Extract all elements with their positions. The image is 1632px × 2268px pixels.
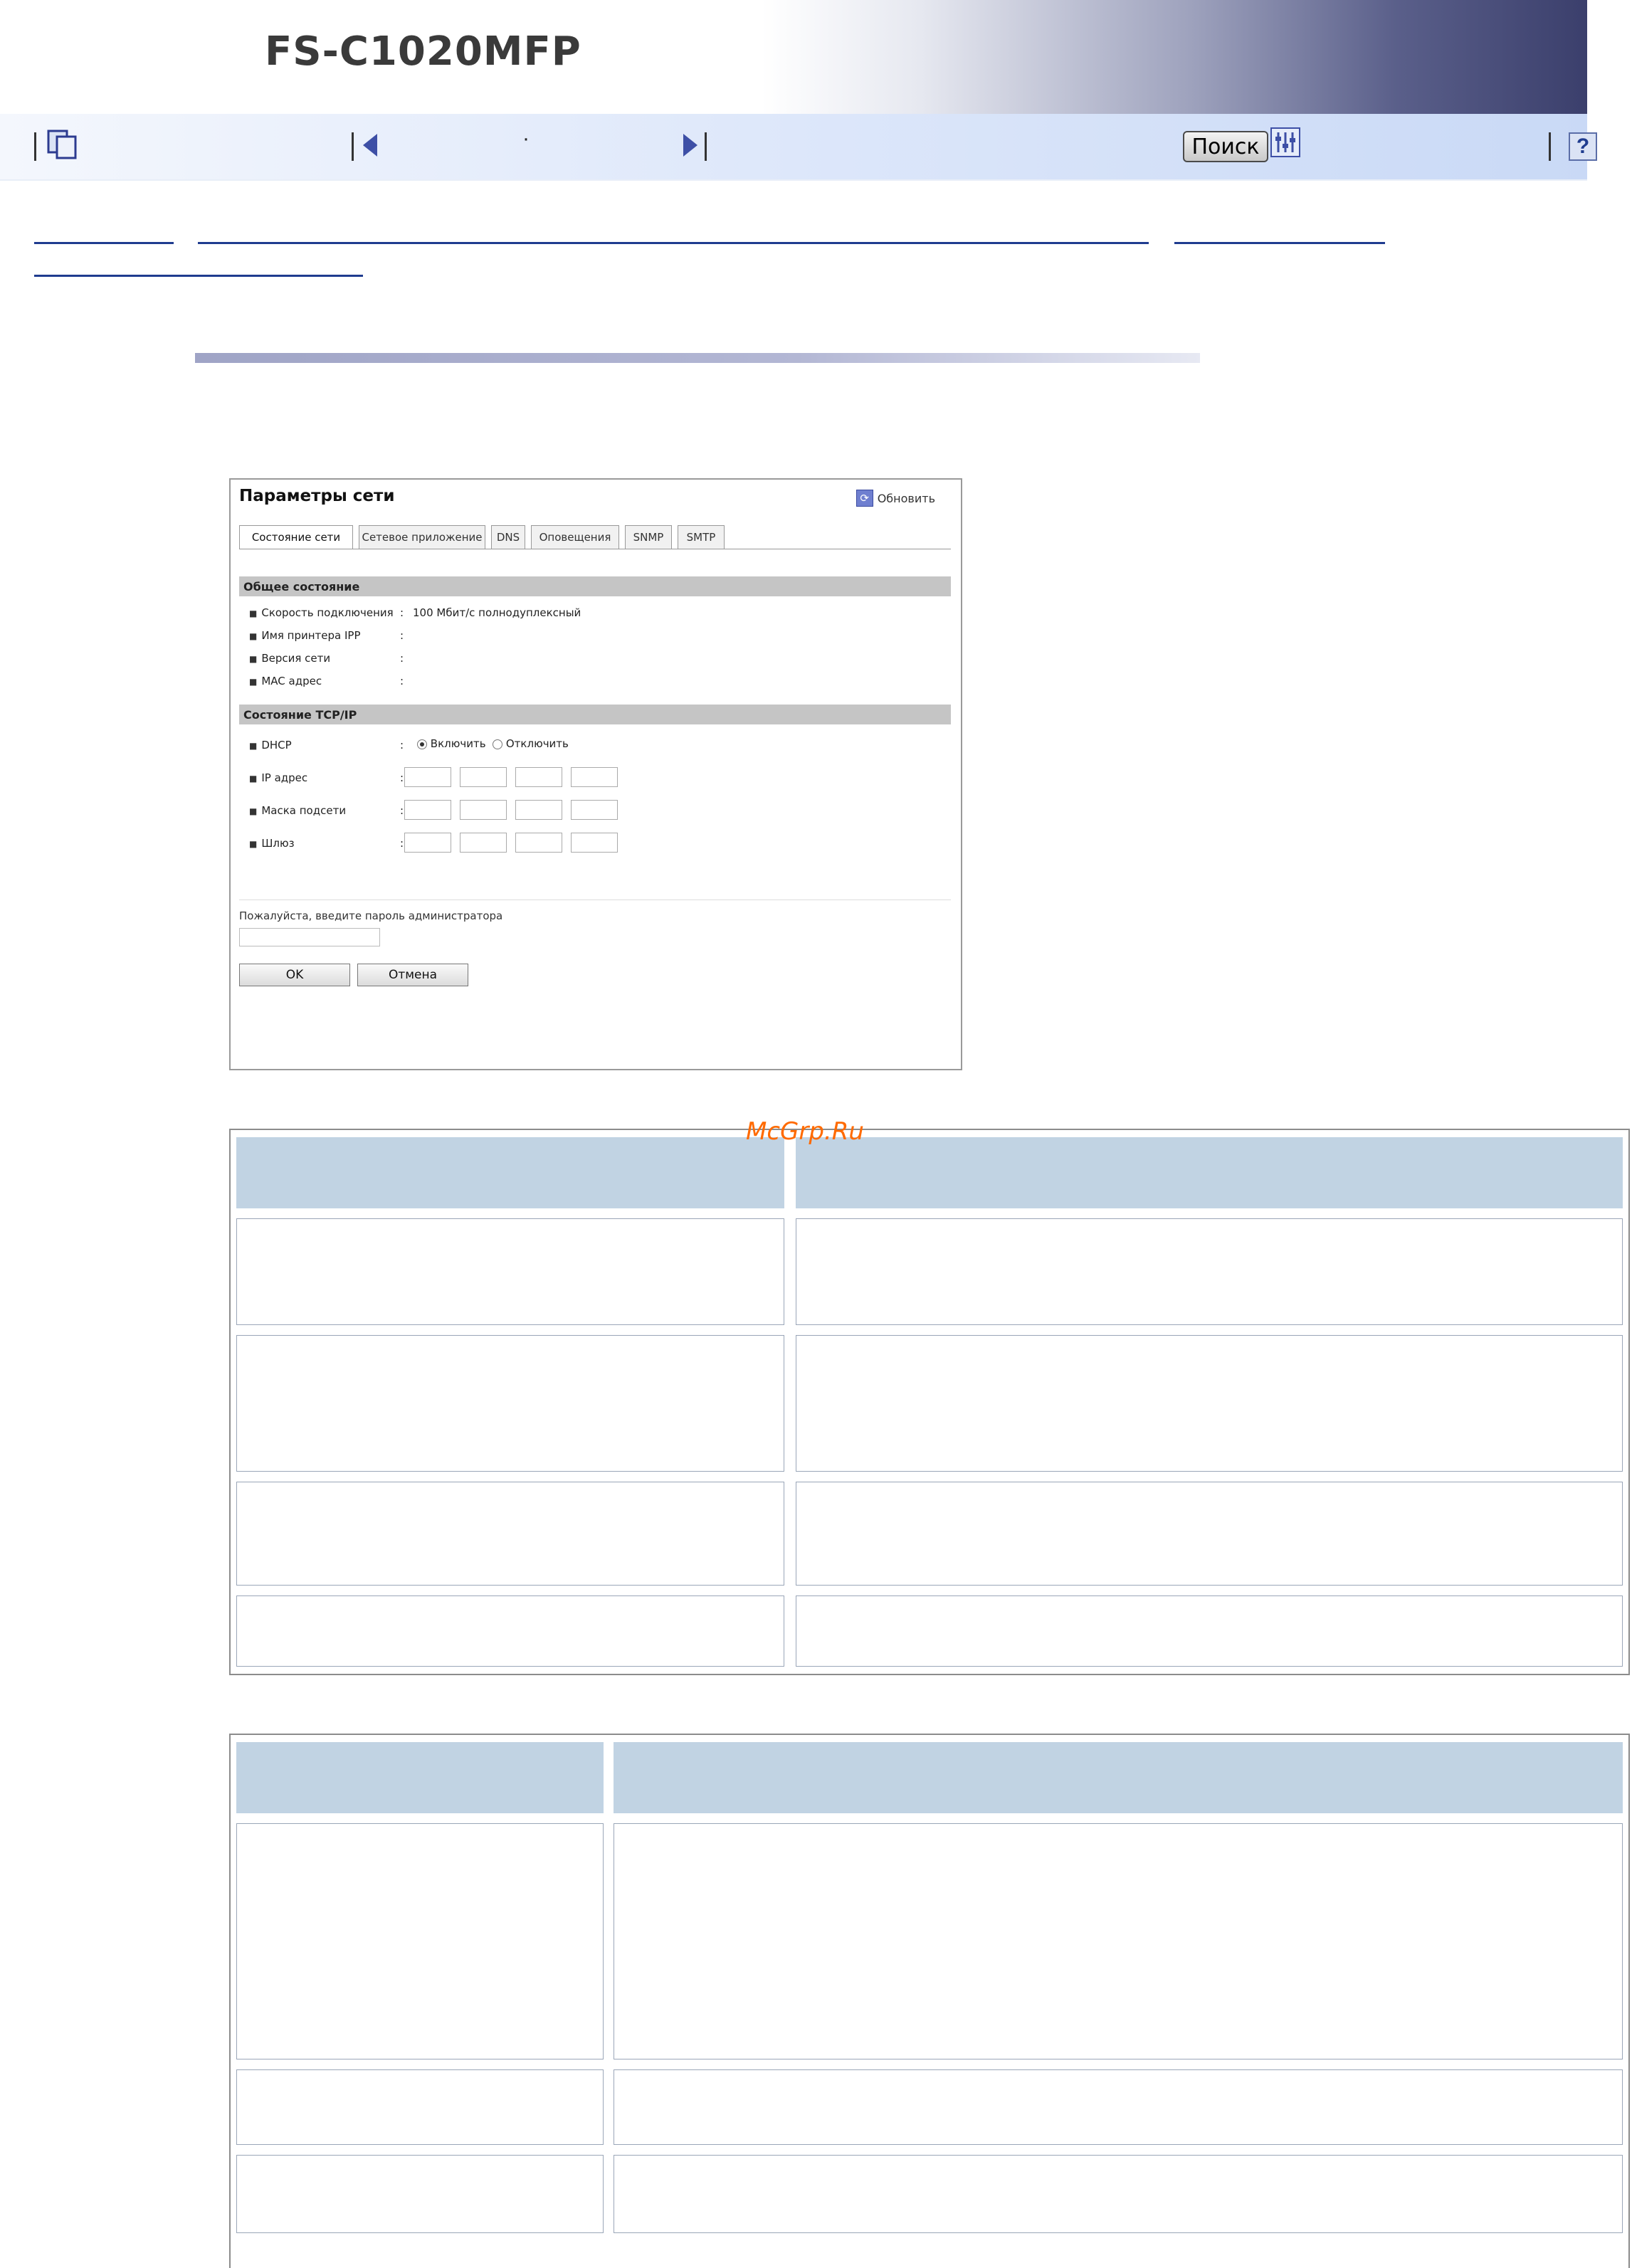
- refresh-link[interactable]: ⟳ Обновить: [856, 490, 935, 507]
- table-cell: [236, 1335, 784, 1472]
- gateway-octet-input[interactable]: [515, 833, 562, 853]
- subnet-octet-input[interactable]: [404, 800, 451, 820]
- refresh-label: Обновить: [877, 491, 935, 505]
- header-banner: [0, 0, 1587, 114]
- refresh-icon: ⟳: [856, 490, 873, 507]
- table-cell: [796, 1218, 1623, 1325]
- gateway-label: Шлюз: [249, 837, 294, 850]
- dhcp-disable-label: Отключить: [505, 737, 569, 750]
- items-table: [229, 1129, 1630, 1675]
- tab-notifications[interactable]: Оповещения: [531, 525, 619, 549]
- table-cell: [796, 1335, 1623, 1472]
- connection-speed-value: 100 Мбит/с полнодуплексный: [413, 606, 581, 619]
- cancel-button[interactable]: Отмена: [357, 964, 468, 986]
- colon: :: [400, 629, 404, 642]
- connection-speed-label: Скорость подключения: [249, 606, 393, 619]
- table-cell: [236, 2069, 604, 2145]
- section-divider: [195, 353, 1200, 363]
- prev-page-icon[interactable]: [359, 130, 380, 161]
- subnet-octet-input[interactable]: [460, 800, 507, 820]
- table-header-cell: [236, 1137, 784, 1208]
- table-cell: [614, 2069, 1623, 2145]
- ipp-printer-name-label: Имя принтера IPP: [249, 629, 360, 642]
- table-cell: [796, 1595, 1623, 1667]
- subnet-octet-input[interactable]: [515, 800, 562, 820]
- dhcp-enable-label: Включить: [430, 737, 486, 750]
- page-dot: ·: [522, 127, 530, 150]
- table-header-cell: [614, 1742, 1623, 1813]
- table-header-cell: [796, 1137, 1623, 1208]
- ip-octet-input[interactable]: [404, 767, 451, 787]
- colon: :: [400, 804, 404, 817]
- network-version-label: Версия сети: [249, 652, 330, 665]
- table-cell: [236, 1482, 784, 1586]
- search-button[interactable]: Поиск: [1183, 131, 1268, 162]
- table-cell: [236, 1218, 784, 1325]
- tab-smtp[interactable]: SMTP: [678, 525, 725, 549]
- colon: :: [400, 837, 404, 850]
- mac-address-label: MAC адрес: [249, 675, 322, 687]
- ip-address-label: IP адрес: [249, 771, 307, 784]
- colon: :: [400, 675, 404, 687]
- colon: :: [400, 771, 404, 784]
- dhcp-enable-radio[interactable]: [417, 739, 427, 749]
- breadcrumb-link[interactable]: [1174, 242, 1385, 244]
- gateway-octet-input[interactable]: [404, 833, 451, 853]
- table-cell: [236, 2155, 604, 2233]
- product-title: FS-C1020MFP: [265, 28, 581, 75]
- breadcrumb-link[interactable]: [34, 275, 363, 277]
- colon: :: [400, 652, 404, 665]
- network-settings-screenshot: Параметры сети ⟳ Обновить Состояние сети…: [229, 478, 962, 1070]
- items-table: [229, 1734, 1630, 2268]
- table-cell: [614, 1823, 1623, 2059]
- tab-network-application[interactable]: Сетевое приложение: [359, 525, 485, 549]
- breadcrumb-link[interactable]: [34, 242, 174, 244]
- tcpip-status-header: Состояние TCP/IP: [239, 705, 951, 724]
- table-cell: [796, 1482, 1623, 1586]
- next-page-icon[interactable]: [680, 130, 702, 161]
- dhcp-disable-radio[interactable]: [493, 739, 503, 749]
- watermark: McGrp.Ru: [746, 1117, 864, 1146]
- breadcrumb-link[interactable]: [198, 242, 1149, 244]
- gateway-octet-input[interactable]: [460, 833, 507, 853]
- tab-network-status[interactable]: Состояние сети: [239, 525, 353, 549]
- general-status-header: Общее состояние: [239, 576, 951, 596]
- table-cell: [236, 1595, 784, 1667]
- colon: :: [400, 606, 404, 619]
- gateway-octet-input[interactable]: [571, 833, 618, 853]
- subnet-mask-label: Маска подсети: [249, 804, 346, 817]
- navigation-toolbar: · Поиск ?: [0, 114, 1597, 181]
- toolbar-separator: [705, 132, 707, 161]
- table-cell: [614, 2155, 1623, 2233]
- admin-password-input[interactable]: [239, 928, 380, 946]
- dhcp-label: DHCP: [249, 739, 291, 751]
- toolbar-separator: [34, 132, 36, 161]
- help-icon[interactable]: ?: [1569, 132, 1597, 161]
- tab-snmp[interactable]: SNMP: [625, 525, 672, 549]
- settings-icon[interactable]: [1270, 127, 1301, 158]
- subnet-octet-input[interactable]: [571, 800, 618, 820]
- colon: :: [400, 739, 404, 751]
- table-cell: [236, 1823, 604, 2059]
- toolbar-separator: [1549, 132, 1551, 161]
- tab-dns[interactable]: DNS: [491, 525, 525, 549]
- ip-octet-input[interactable]: [460, 767, 507, 787]
- book-pages-icon[interactable]: [46, 127, 80, 161]
- ok-button[interactable]: OK: [239, 964, 350, 986]
- ip-octet-input[interactable]: [571, 767, 618, 787]
- ip-octet-input[interactable]: [515, 767, 562, 787]
- toolbar-separator: [352, 132, 354, 161]
- table-header-cell: [236, 1742, 604, 1813]
- password-prompt: Пожалуйста, введите пароль администратор…: [239, 909, 503, 922]
- dhcp-options: Включить Отключить: [417, 737, 569, 750]
- panel-title: Параметры сети: [239, 487, 395, 505]
